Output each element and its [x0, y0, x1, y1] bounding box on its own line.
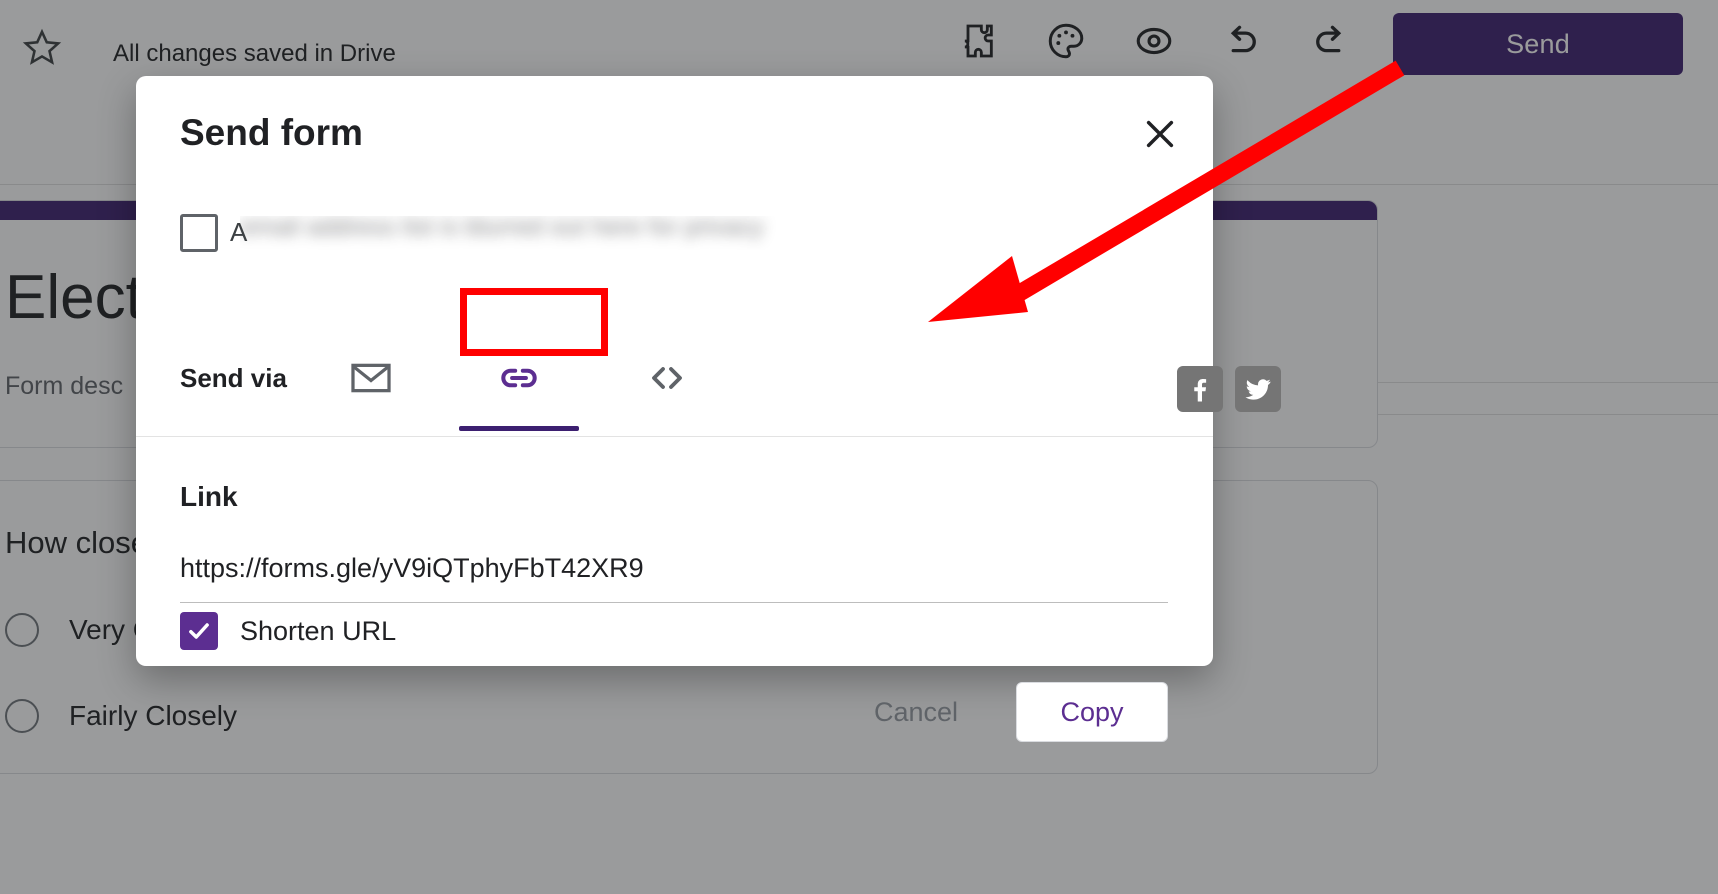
screen-root: All changes saved in Drive Send Elect Fo…	[0, 0, 1718, 894]
close-icon[interactable]	[1137, 111, 1183, 157]
social-share-group	[1177, 366, 1281, 412]
recipients-row: email address list is blurred out here f…	[180, 214, 980, 252]
send-form-dialog: Send form email address list is blurred …	[136, 76, 1281, 742]
link-url-field[interactable]: https://forms.gle/yV9iQTphyFbT42XR9	[180, 553, 1168, 603]
send-via-label: Send via	[180, 362, 287, 393]
facebook-icon[interactable]	[1177, 366, 1223, 412]
twitter-icon[interactable]	[1235, 366, 1281, 412]
link-tab-icon[interactable]	[459, 344, 579, 431]
send-via-row: Send via	[180, 344, 701, 431]
embed-tab-icon[interactable]	[633, 344, 701, 412]
dialog-actions: Cancel Copy	[180, 682, 1168, 742]
recipients-redacted-value[interactable]: email address list is blurred out here f…	[240, 216, 980, 250]
shorten-url-row[interactable]: Shorten URL	[180, 612, 396, 650]
recipients-visible-letter: A	[230, 217, 248, 247]
shorten-url-checkbox[interactable]	[180, 612, 218, 650]
recipients-checkbox[interactable]	[180, 214, 218, 252]
tab-separator	[136, 436, 1213, 437]
dialog-title: Send form	[180, 112, 363, 153]
email-tab-icon[interactable]	[337, 344, 405, 412]
link-section-heading: Link	[180, 481, 238, 512]
copy-button[interactable]: Copy	[1016, 682, 1168, 742]
shorten-url-label: Shorten URL	[240, 615, 397, 646]
cancel-button[interactable]: Cancel	[844, 683, 988, 742]
